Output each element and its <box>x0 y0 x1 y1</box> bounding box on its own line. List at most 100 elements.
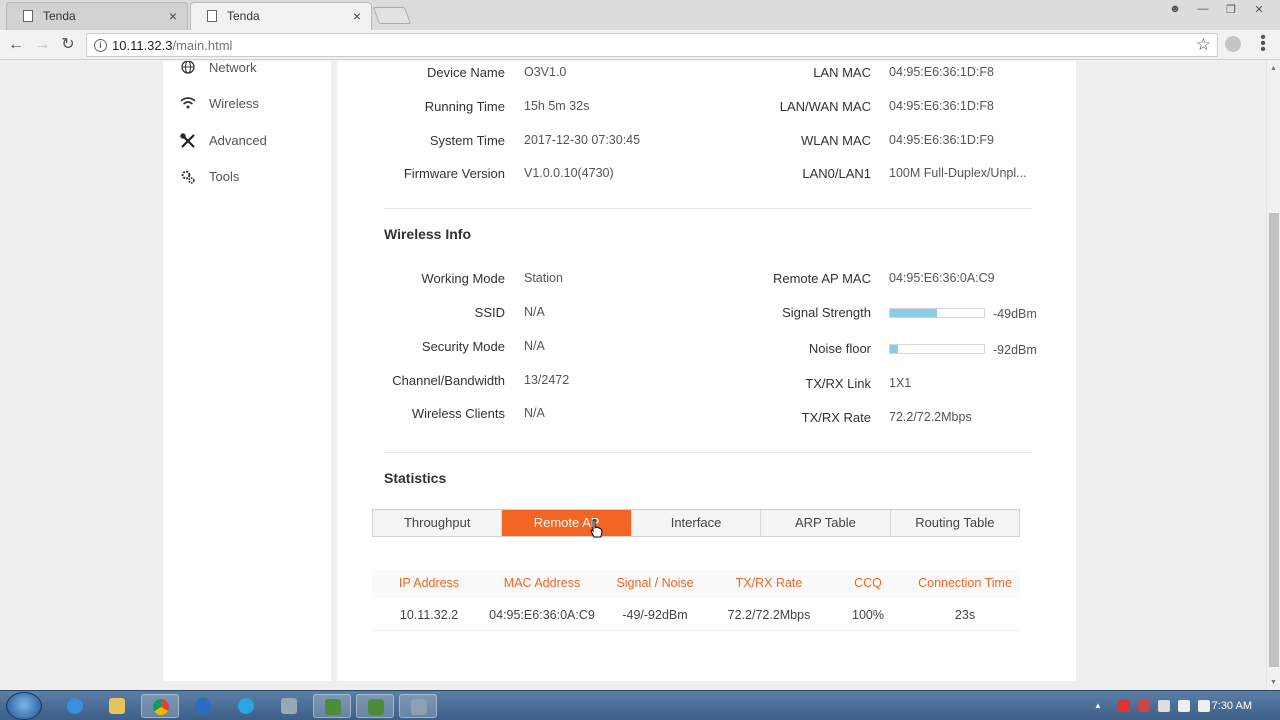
browser-toolbar: ← → ↻ i 10.11.32.3/main.html ☆ <box>0 30 1280 60</box>
firmware-version-label: Firmware Version <box>403 166 505 181</box>
tab-interface[interactable]: Interface <box>632 510 762 536</box>
section-divider <box>384 452 1032 453</box>
column-header: MAC Address <box>503 576 581 590</box>
tab-routing-table[interactable]: Routing Table <box>891 510 1019 536</box>
security-mode-label: Security Mode <box>421 339 505 354</box>
taskbar-explorer-icon[interactable] <box>98 694 136 718</box>
restore-icon[interactable]: ❐ <box>1218 0 1244 18</box>
tab-remote-ap[interactable]: Remote AP <box>502 510 632 536</box>
table-cell: 72.2/72.2Mbps <box>727 608 811 622</box>
taskbar-network-icon[interactable] <box>270 694 308 718</box>
noise-floor-value: -92dBm <box>993 343 1037 357</box>
lan-wan-mac-value: 04:95:E6:36:1D:F8 <box>889 99 994 113</box>
system-tray: ▲ 7:30 AM <box>1080 691 1280 720</box>
forward-icon[interactable]: → <box>32 35 52 55</box>
lan-port-value: 100M Full-Duplex/Unpl... <box>889 166 1027 180</box>
tab-throughput[interactable]: Throughput <box>373 510 503 536</box>
address-bar[interactable]: i 10.11.32.3/main.html ☆ <box>86 33 1218 57</box>
remote-ap-mac-value: 04:95:E6:36:0A:C9 <box>889 271 995 285</box>
extension-icon[interactable] <box>1225 36 1241 52</box>
volume-icon[interactable] <box>1198 700 1210 712</box>
menu-icon[interactable]: • • • <box>1258 30 1268 58</box>
show-hidden-icons-icon[interactable]: ▲ <box>1094 700 1106 712</box>
scroll-down-icon[interactable]: ▼ <box>1270 679 1277 686</box>
status-panel: Device Name O3V1.0 Running Time 15h 5m 3… <box>337 61 1076 681</box>
signal-strength-bar <box>889 308 985 318</box>
lan-wan-mac-label: LAN/WAN MAC <box>779 99 871 114</box>
noise-floor-label: Noise floor <box>808 341 871 356</box>
wireless-info-title: Wireless Info <box>384 226 472 242</box>
tray-app-icon[interactable] <box>1158 700 1170 712</box>
system-clock[interactable]: 7:30 AM <box>1212 700 1252 712</box>
noise-floor-bar <box>889 344 985 354</box>
taskbar-telegram-icon[interactable] <box>227 694 265 718</box>
url-path: /main.html <box>172 38 233 53</box>
info-icon[interactable]: i <box>94 39 107 52</box>
system-time-label: System Time <box>429 133 505 148</box>
security-mode-value: N/A <box>524 339 545 353</box>
url-text: 10.11.32.3/main.html <box>112 38 232 53</box>
firmware-version-value: V1.0.0.10(4730) <box>524 166 614 180</box>
tray-flag-icon[interactable] <box>1118 700 1130 712</box>
ssid-label: SSID <box>474 305 505 320</box>
browser-tab-active[interactable]: Tenda × <box>190 2 372 30</box>
device-name-value: O3V1.0 <box>524 65 567 79</box>
page-icon <box>23 10 33 22</box>
minimize-icon[interactable]: — <box>1190 0 1216 18</box>
statistics-title: Statistics <box>384 470 447 486</box>
bookmark-star-icon[interactable]: ☆ <box>1196 35 1211 55</box>
close-icon[interactable]: × <box>169 3 177 29</box>
start-button[interactable] <box>6 692 42 720</box>
reload-icon[interactable]: ↻ <box>58 35 78 55</box>
tab-arp-table[interactable]: ARP Table <box>761 510 891 536</box>
new-tab-button[interactable] <box>372 7 412 24</box>
hand-cursor-icon <box>590 519 603 538</box>
sidebar-item-network[interactable]: Network <box>179 61 329 80</box>
device-name-label: Device Name <box>426 65 505 80</box>
sidebar-item-advanced[interactable]: Advanced <box>179 131 329 153</box>
sidebar-item-label: Network <box>209 61 257 75</box>
section-divider <box>384 208 1032 209</box>
tab-title: Tenda <box>43 9 76 23</box>
lan-mac-label: LAN MAC <box>813 65 871 80</box>
browser-tab[interactable]: Tenda × <box>6 2 188 30</box>
page-scrollbar[interactable]: ▲ ▼ <box>1266 61 1280 690</box>
lan-mac-value: 04:95:E6:36:1D:F8 <box>889 65 994 79</box>
tools-icon <box>179 133 197 151</box>
tray-app-icon[interactable] <box>1138 700 1150 712</box>
user-icon[interactable]: ☻ <box>1162 0 1188 18</box>
signal-strength-label: Signal Strength <box>782 305 871 320</box>
close-icon[interactable]: × <box>353 3 361 29</box>
system-time-value: 2017-12-30 07:30:45 <box>524 133 641 147</box>
table-header: IP Address MAC Address Signal / Noise TX… <box>372 569 1020 599</box>
close-window-icon[interactable]: ✕ <box>1246 0 1272 18</box>
txrx-rate-label: TX/RX Rate <box>801 410 871 425</box>
tab-title: Tenda <box>227 9 260 23</box>
remote-ap-mac-label: Remote AP MAC <box>772 271 871 286</box>
sidebar-item-tools[interactable]: Tools <box>179 167 329 189</box>
scrollbar-thumb[interactable] <box>1269 213 1279 667</box>
noise-floor-fill <box>890 345 898 353</box>
network-tray-icon[interactable] <box>1178 700 1190 712</box>
running-time-label: Running Time <box>424 99 505 114</box>
channel-bandwidth-value: 13/2472 <box>524 373 570 387</box>
column-header: Signal / Noise <box>616 576 694 590</box>
taskbar-winbox-icon[interactable] <box>313 694 351 718</box>
lan-port-label: LAN0/LAN1 <box>802 166 871 181</box>
back-icon[interactable]: ← <box>6 35 26 55</box>
column-header: TX/RX Rate <box>735 576 803 590</box>
taskbar-ie-icon[interactable] <box>56 694 94 718</box>
sidebar-item-label: Wireless <box>209 96 259 111</box>
taskbar-app-icon[interactable] <box>184 694 222 718</box>
sidebar-item-wireless[interactable]: Wireless <box>179 94 329 116</box>
sidebar-item-label: Advanced <box>209 133 267 148</box>
taskbar-chrome-icon[interactable] <box>141 694 179 718</box>
wifi-icon <box>179 96 197 114</box>
table-cell: -49/-92dBm <box>622 608 688 622</box>
scroll-up-icon[interactable]: ▲ <box>1270 65 1277 72</box>
statistics-tabs: Throughput Remote AP Interface ARP Table… <box>372 509 1020 537</box>
taskbar-app-icon[interactable] <box>399 694 437 718</box>
table-cell: 04:95:E6:36:0A:C9 <box>489 608 595 622</box>
taskbar-winbox-icon[interactable] <box>356 694 394 718</box>
sidebar-item-label: Tools <box>209 169 240 184</box>
